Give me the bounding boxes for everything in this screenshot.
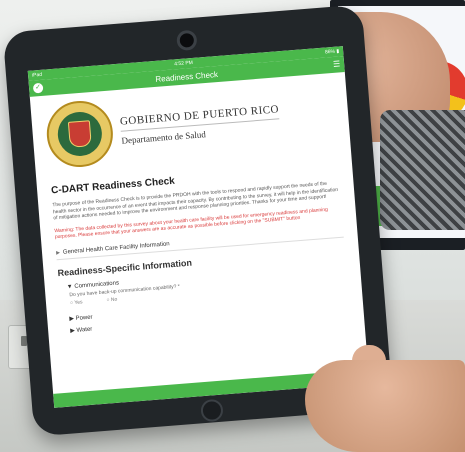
plaid-sleeve <box>380 110 465 230</box>
expand-triangle-icon: ▶ <box>69 315 75 322</box>
status-battery: 86% ▮ <box>324 48 340 56</box>
org-name: GOBIERNO DE PUERTO RICO Departamento de … <box>119 103 281 146</box>
tablet-screen: iPad 4:52 PM 86% ▮ ✓ Readiness Check ☰ G… <box>27 46 370 408</box>
expand-triangle-icon: ▶ <box>70 327 76 334</box>
government-seal-icon <box>44 98 116 170</box>
form-content: GOBIERNO DE PUERTO RICO Departamento de … <box>30 72 364 338</box>
radio-no[interactable]: ○ No <box>106 296 117 303</box>
expand-triangle-icon: ▶ <box>55 249 61 256</box>
camera-icon <box>176 29 198 52</box>
status-device: iPad <box>31 71 43 79</box>
hand-bottom-right <box>305 360 465 452</box>
status-time: 4:52 PM <box>174 59 194 68</box>
back-check-icon[interactable]: ✓ <box>32 82 44 94</box>
collapse-triangle-icon: ▼ <box>66 283 73 290</box>
home-button[interactable] <box>200 398 224 423</box>
radio-yes[interactable]: ○ Yes <box>70 299 83 306</box>
nav-title: Readiness Check <box>155 69 219 84</box>
menu-icon[interactable]: ☰ <box>333 59 341 69</box>
photo-scene: iPad 4:52 PM 86% ▮ ✓ Readiness Check ☰ G… <box>0 0 465 452</box>
org-header: GOBIERNO DE PUERTO RICO Departamento de … <box>44 81 336 170</box>
